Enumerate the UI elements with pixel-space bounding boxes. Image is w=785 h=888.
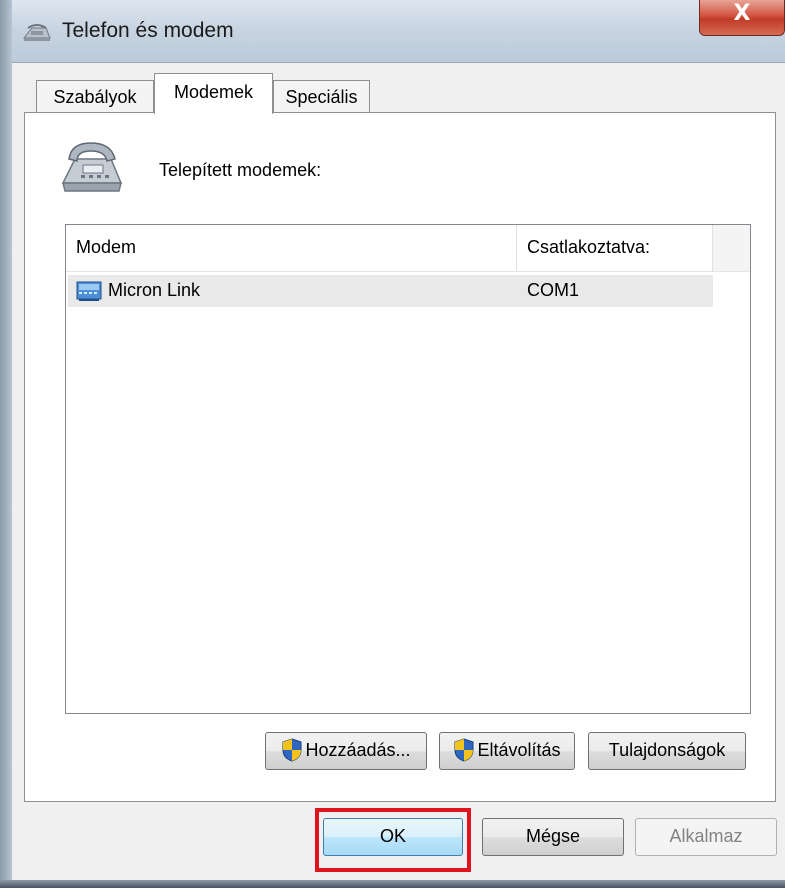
cancel-button-label: Mégse	[525, 826, 581, 846]
phone-and-modem-window: Telefon és modem X Szabályok Modemek Spe…	[0, 0, 785, 888]
tab-modemek[interactable]: Modemek	[154, 73, 273, 114]
ok-highlight-annotation	[315, 808, 471, 872]
properties-button-label: Tulajdonságok	[608, 740, 726, 760]
modems-tab-panel: Telepített modemek: Modem Csatlakoztatva…	[24, 112, 776, 802]
tab-specialis[interactable]: Speciális	[273, 80, 370, 113]
uac-shield-icon	[454, 738, 474, 762]
installed-modems-label: Telepített modemek:	[159, 160, 322, 180]
cancel-button[interactable]: Mégse	[482, 818, 624, 856]
remove-button-label: Eltávolítás	[477, 740, 561, 760]
uac-shield-icon	[282, 738, 302, 762]
list-item[interactable]: Micron Link COM1	[68, 275, 713, 307]
remove-button[interactable]: Eltávolítás	[439, 732, 575, 770]
telephone-icon	[61, 142, 123, 192]
column-header-modem[interactable]: Modem	[66, 225, 517, 271]
close-icon: X	[733, 1, 751, 26]
title-bar[interactable]: Telefon és modem X	[0, 0, 785, 62]
properties-button[interactable]: Tulajdonságok	[588, 732, 746, 770]
apply-button[interactable]: Alkalmaz	[635, 818, 777, 856]
window-frame-left	[0, 0, 12, 888]
close-button[interactable]: X	[699, 0, 785, 36]
add-button-label: Hozzáadás...	[305, 740, 411, 760]
tab-label: Modemek	[173, 82, 254, 102]
column-header-filler	[713, 225, 750, 271]
phone-modem-icon	[22, 24, 51, 41]
modem-device-icon	[76, 281, 102, 301]
tab-szabalyok[interactable]: Szabályok	[36, 80, 154, 113]
list-header: Modem Csatlakoztatva:	[66, 225, 750, 272]
tab-label: Speciális	[285, 87, 358, 107]
modems-list[interactable]: Modem Csatlakoztatva: Micron Link COM1	[65, 224, 751, 714]
tab-label: Szabályok	[53, 87, 137, 107]
column-header-connected[interactable]: Csatlakoztatva:	[517, 225, 713, 271]
add-button[interactable]: Hozzáadás...	[265, 732, 427, 770]
modem-port: COM1	[527, 280, 580, 300]
modem-name: Micron Link	[108, 280, 201, 300]
apply-button-label: Alkalmaz	[669, 826, 743, 846]
window-title: Telefon és modem	[62, 19, 234, 42]
window-frame-bottom	[0, 880, 785, 888]
